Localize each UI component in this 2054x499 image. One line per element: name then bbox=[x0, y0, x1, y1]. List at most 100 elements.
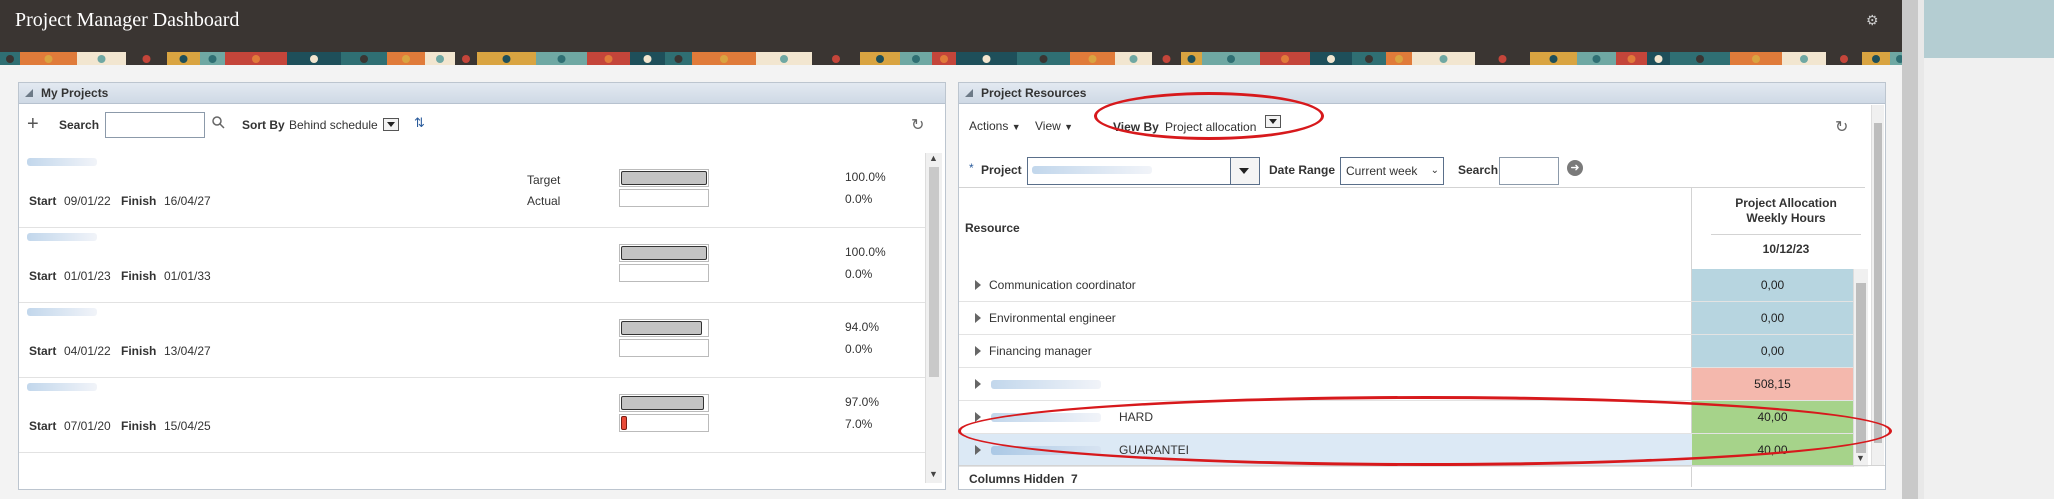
view-label: View bbox=[1035, 119, 1061, 133]
projects-scrollbar[interactable]: ▲ ▼ bbox=[925, 153, 942, 483]
resource-row[interactable]: Communication coordinator 0,00 bbox=[959, 269, 1853, 302]
target-progress-fill bbox=[621, 321, 702, 335]
columns-hidden-count: 7 bbox=[1071, 472, 1078, 486]
project-name-link[interactable] bbox=[27, 383, 97, 391]
target-percent: 100.0% bbox=[845, 245, 886, 259]
columns-hidden-label: Columns Hidden bbox=[969, 472, 1065, 486]
start-date: 09/01/22 bbox=[64, 194, 111, 208]
scroll-up-icon[interactable]: ▲ bbox=[929, 153, 938, 163]
add-icon[interactable]: + bbox=[27, 113, 39, 136]
target-progress-fill bbox=[621, 396, 705, 410]
finish-date: 15/04/25 bbox=[164, 419, 211, 433]
actual-percent: 7.0% bbox=[845, 417, 873, 431]
date-range-value: Current week bbox=[1346, 164, 1418, 178]
project-name-link[interactable] bbox=[27, 308, 97, 316]
project-dropdown-button[interactable] bbox=[1230, 158, 1259, 184]
panel-scrollbar[interactable] bbox=[1871, 105, 1884, 465]
resource-row[interactable]: Financing manager 0,00 bbox=[959, 335, 1853, 368]
project-resources-title: Project Resources bbox=[981, 86, 1087, 100]
project-name-link[interactable] bbox=[27, 233, 97, 241]
sort-dropdown-icon[interactable] bbox=[383, 118, 399, 131]
expand-row-icon[interactable] bbox=[975, 346, 981, 356]
actual-progress-bar bbox=[619, 414, 709, 432]
table-search-label: Search bbox=[1458, 163, 1499, 177]
expand-row-icon[interactable] bbox=[975, 313, 981, 323]
actual-progress-bar bbox=[619, 339, 709, 357]
start-date: 04/01/22 bbox=[64, 344, 111, 358]
my-projects-header: My Projects bbox=[19, 83, 945, 104]
search-icon[interactable] bbox=[211, 115, 225, 132]
resource-column-header[interactable]: Resource bbox=[965, 221, 1020, 235]
refresh-icon[interactable]: ↻ bbox=[911, 115, 924, 135]
projects-scroll-thumb[interactable] bbox=[929, 167, 939, 377]
start-label: Start bbox=[29, 194, 57, 208]
scroll-down-icon[interactable]: ▼ bbox=[1856, 453, 1865, 463]
panel-scroll-thumb[interactable] bbox=[1874, 123, 1882, 443]
settings-gear-icon[interactable]: ⚙ bbox=[1866, 12, 1879, 29]
actual-progress-fill bbox=[621, 416, 628, 430]
finish-date: 13/04/27 bbox=[164, 344, 211, 358]
side-panel-header bbox=[1924, 0, 2054, 58]
start-label: Start bbox=[29, 344, 57, 358]
expand-row-icon[interactable] bbox=[975, 280, 981, 290]
row-separator bbox=[959, 466, 1853, 467]
actual-percent: 0.0% bbox=[845, 342, 873, 356]
target-progress-bar bbox=[619, 394, 709, 412]
project-resources-header: Project Resources bbox=[959, 83, 1885, 104]
chevron-down-icon: ▼ bbox=[1011, 122, 1021, 132]
project-name-link[interactable] bbox=[27, 158, 97, 166]
allocation-cell[interactable]: 508,15 bbox=[1692, 368, 1853, 400]
go-arrow-icon[interactable]: ➜ bbox=[1567, 160, 1583, 176]
scroll-down-icon[interactable]: ▼ bbox=[929, 469, 938, 479]
allocation-header-line1: Project Allocation bbox=[1735, 196, 1837, 210]
sort-by-value[interactable]: Behind schedule bbox=[289, 118, 378, 132]
app-header bbox=[0, 0, 1902, 52]
allocation-cell[interactable]: 0,00 bbox=[1692, 302, 1853, 334]
sort-order-icon[interactable]: ⇅ bbox=[414, 115, 425, 131]
actual-percent: 0.0% bbox=[845, 267, 873, 281]
allocation-cell[interactable]: 0,00 bbox=[1692, 269, 1853, 301]
my-projects-panel: My Projects + Search Sort By Behind sche… bbox=[18, 82, 946, 490]
view-menu[interactable]: View ▼ bbox=[1035, 119, 1073, 133]
finish-label: Finish bbox=[121, 419, 157, 433]
collapse-icon[interactable] bbox=[965, 89, 973, 97]
allocation-cell[interactable]: 0,00 bbox=[1692, 335, 1853, 367]
project-select[interactable] bbox=[1027, 157, 1260, 185]
project-row[interactable]: Start 04/01/22 Finish 13/04/27 94.0% 0.0% bbox=[19, 303, 925, 378]
page-scrollbar[interactable] bbox=[1902, 0, 1918, 499]
target-percent: 97.0% bbox=[845, 395, 880, 409]
actual-percent: 0.0% bbox=[845, 192, 873, 206]
redacted-value bbox=[1032, 166, 1152, 174]
table-top-border bbox=[959, 187, 1865, 188]
project-row[interactable]: Start 07/01/20 Finish 15/04/25 97.0% 7.0% bbox=[19, 378, 925, 453]
project-row[interactable]: Start 09/01/22 Finish 16/04/27 Target Actual 1… bbox=[19, 153, 925, 228]
date-range-select[interactable]: Current week ⌄ bbox=[1340, 157, 1444, 185]
finish-date: 16/04/27 bbox=[164, 194, 211, 208]
target-progress-bar bbox=[619, 319, 709, 337]
expand-row-icon[interactable] bbox=[975, 445, 981, 455]
chevron-down-icon bbox=[1239, 168, 1249, 174]
table-search-input[interactable] bbox=[1499, 157, 1559, 185]
finish-label: Finish bbox=[121, 344, 157, 358]
refresh-icon[interactable]: ↻ bbox=[1835, 117, 1848, 137]
project-row[interactable]: Start 01/01/23 Finish 01/01/33 100.0% 0.0% bbox=[19, 228, 925, 303]
annotation-ellipse-rows bbox=[958, 396, 1892, 466]
resource-row[interactable]: Environmental engineer 0,00 bbox=[959, 302, 1853, 335]
finish-date: 01/01/33 bbox=[164, 269, 211, 283]
sort-by-label: Sort By bbox=[242, 118, 285, 132]
annotation-ellipse-view-by bbox=[1094, 92, 1324, 140]
expand-row-icon[interactable] bbox=[975, 379, 981, 389]
actions-label: Actions bbox=[969, 119, 1009, 133]
search-input[interactable] bbox=[105, 112, 205, 138]
finish-label: Finish bbox=[121, 194, 157, 208]
start-date: 01/01/23 bbox=[64, 269, 111, 283]
app-title: Project Manager Dashboard bbox=[15, 9, 240, 31]
collapse-icon[interactable] bbox=[25, 89, 33, 97]
target-percent: 94.0% bbox=[845, 320, 880, 334]
chevron-down-icon: ⌄ bbox=[1430, 165, 1439, 176]
target-percent: 100.0% bbox=[845, 170, 886, 184]
actual-progress-bar bbox=[619, 264, 709, 282]
required-icon: * bbox=[969, 161, 974, 175]
date-column-header[interactable]: 10/12/23 bbox=[1711, 242, 1861, 256]
actions-menu[interactable]: Actions ▼ bbox=[969, 119, 1021, 133]
